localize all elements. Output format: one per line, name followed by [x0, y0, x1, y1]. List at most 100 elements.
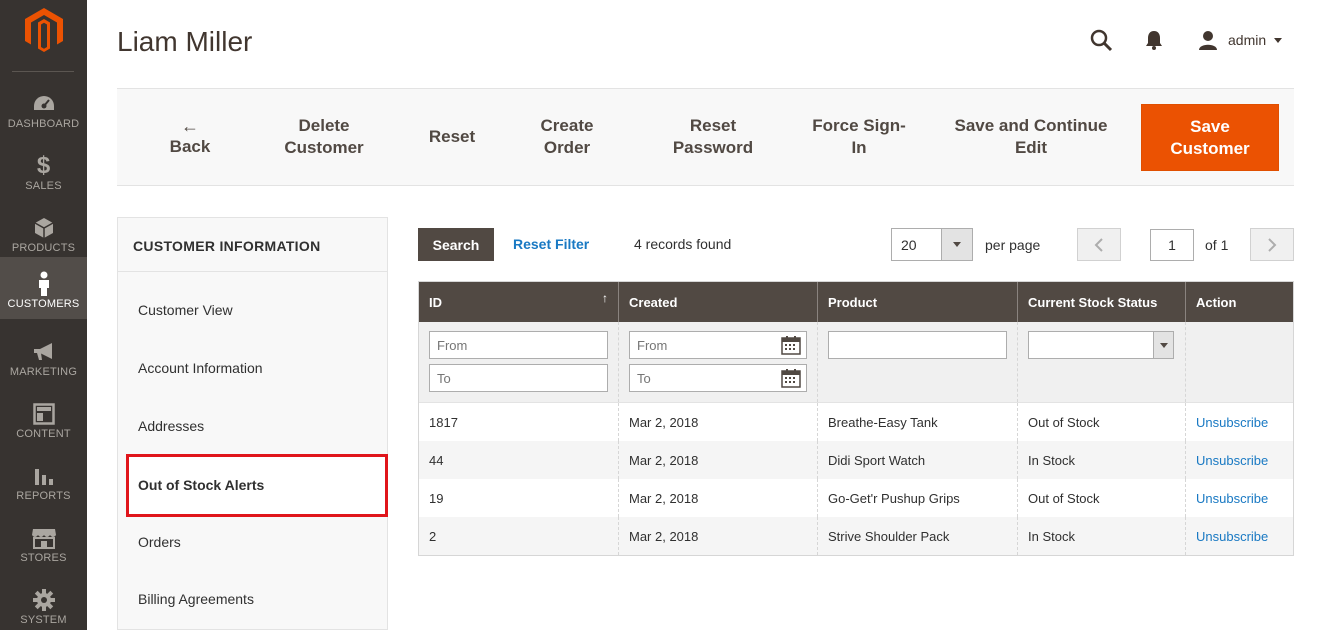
search-button[interactable]: Search [418, 228, 494, 261]
store-icon [0, 525, 87, 551]
page-total: of 1 [1205, 237, 1229, 253]
tab-addresses[interactable]: Addresses [138, 418, 204, 434]
bell-icon[interactable] [1143, 29, 1165, 51]
tab-customer-view[interactable]: Customer View [138, 302, 233, 318]
cell-product: Strive Shoulder Pack [818, 517, 1018, 555]
nav-system[interactable]: SYSTEM [0, 573, 87, 635]
dashboard-icon [0, 91, 87, 117]
megaphone-icon [0, 339, 87, 365]
action-filter-empty [1186, 322, 1293, 402]
records-found: 4 records found [634, 236, 732, 252]
cell-status: Out of Stock [1018, 403, 1186, 441]
bar-chart-icon [0, 463, 87, 489]
cell-product: Didi Sport Watch [818, 441, 1018, 479]
nav-reports[interactable]: REPORTS [0, 449, 87, 511]
admin-username: admin [1228, 32, 1267, 48]
force-sign-in-button[interactable]: Force Sign- In [805, 89, 913, 185]
gear-icon [0, 587, 87, 613]
calendar-icon[interactable] [781, 335, 801, 355]
unsubscribe-link[interactable]: Unsubscribe [1196, 453, 1268, 468]
layout-icon [0, 401, 87, 427]
filter-row [419, 322, 1293, 403]
page-title: Liam Miller [117, 26, 253, 57]
nav-label: PRODUCTS [11, 242, 76, 254]
column-product[interactable]: Product [818, 282, 1018, 322]
chevron-right-icon [1268, 237, 1277, 252]
nav-label: DASHBOARD [7, 118, 80, 130]
product-filter-input[interactable] [828, 331, 1007, 359]
per-page-select[interactable]: 20 [891, 228, 973, 261]
tab-billing-agreements[interactable]: Billing Agreements [138, 591, 254, 607]
cell-action: Unsubscribe [1186, 517, 1293, 555]
cell-action: Unsubscribe [1186, 441, 1293, 479]
table-row: 1817 Mar 2, 2018 Breathe-Easy Tank Out o… [419, 403, 1293, 441]
id-to-input[interactable] [429, 364, 608, 392]
cell-product: Breathe-Easy Tank [818, 403, 1018, 441]
unsubscribe-link[interactable]: Unsubscribe [1196, 529, 1268, 544]
cell-action: Unsubscribe [1186, 479, 1293, 517]
unsubscribe-link[interactable]: Unsubscribe [1196, 415, 1268, 430]
delete-customer-button[interactable]: Delete Customer [274, 89, 374, 185]
dollar-icon: $ [36, 152, 51, 179]
admin-user-menu[interactable]: admin [1198, 28, 1283, 52]
column-id[interactable]: ID ↑ [419, 282, 619, 322]
logo-divider [12, 71, 74, 72]
cell-status: In Stock [1018, 441, 1186, 479]
user-icon [1199, 31, 1217, 50]
nav-label: SALES [25, 180, 62, 192]
created-to-field [629, 364, 807, 392]
column-stock-status[interactable]: Current Stock Status [1018, 282, 1186, 322]
back-button[interactable]: ← Back [147, 89, 233, 185]
reset-filter-link[interactable]: Reset Filter [513, 236, 589, 252]
nav-sales[interactable]: $ SALES [0, 139, 87, 201]
nav-customers[interactable]: CUSTOMERS [0, 257, 87, 319]
id-filter [419, 322, 619, 402]
nav-label: REPORTS [16, 490, 71, 502]
page-number-input[interactable] [1150, 229, 1194, 261]
tab-out-of-stock-alerts[interactable]: Out of Stock Alerts [126, 454, 388, 517]
id-from-input[interactable] [429, 331, 608, 359]
save-and-continue-button[interactable]: Save and Continue Edit [949, 89, 1113, 185]
create-order-button[interactable]: Create Order [522, 89, 612, 185]
customer-information-tabs: CUSTOMER INFORMATION Customer View Accou… [117, 217, 388, 630]
reset-password-button[interactable]: Reset Password [659, 89, 767, 185]
nav-label: MARKETING [9, 366, 78, 378]
tab-account-information[interactable]: Account Information [138, 360, 263, 376]
tab-orders[interactable]: Orders [138, 534, 181, 550]
nav-stores[interactable]: STORES [0, 511, 87, 573]
table-row: 44 Mar 2, 2018 Didi Sport Watch In Stock… [419, 441, 1293, 479]
nav-label: CONTENT [16, 428, 71, 440]
cell-id: 19 [419, 479, 619, 517]
cube-icon [0, 215, 87, 241]
person-icon [0, 271, 87, 297]
nav-marketing[interactable]: MARKETING [0, 325, 87, 387]
admin-sidebar: DASHBOARD $ SALES PRODUCTS CUSTOMERS MAR… [0, 0, 87, 630]
nav-content[interactable]: CONTENT [0, 387, 87, 449]
stock-status-select[interactable] [1028, 331, 1174, 359]
table-row: 19 Mar 2, 2018 Go-Get'r Pushup Grips Out… [419, 479, 1293, 517]
chevron-left-icon [1094, 237, 1103, 252]
save-customer-button[interactable]: Save Customer [1141, 104, 1279, 171]
stock-status-filter [1018, 322, 1186, 402]
previous-page-button[interactable] [1077, 228, 1121, 261]
calendar-icon[interactable] [781, 368, 801, 388]
per-page-label: per page [985, 237, 1041, 253]
nav-label: STORES [20, 552, 67, 564]
cell-product: Go-Get'r Pushup Grips [818, 479, 1018, 517]
back-arrow-icon: ← [181, 116, 199, 136]
magento-logo[interactable] [25, 8, 63, 52]
cell-created: Mar 2, 2018 [619, 479, 818, 517]
cell-id: 2 [419, 517, 619, 555]
nav-products[interactable]: PRODUCTS [0, 201, 87, 263]
per-page-value: 20 [901, 237, 917, 253]
grid-header-row: ID ↑ Created Product Current Stock Statu… [419, 282, 1293, 322]
nav-dashboard[interactable]: DASHBOARD [0, 77, 87, 139]
created-filter [619, 322, 818, 402]
nav-label: SYSTEM [20, 614, 67, 626]
chevron-down-icon [1274, 37, 1283, 43]
search-icon[interactable] [1089, 28, 1113, 52]
column-created[interactable]: Created [619, 282, 818, 322]
reset-button[interactable]: Reset [413, 89, 491, 185]
unsubscribe-link[interactable]: Unsubscribe [1196, 491, 1268, 506]
next-page-button[interactable] [1250, 228, 1294, 261]
